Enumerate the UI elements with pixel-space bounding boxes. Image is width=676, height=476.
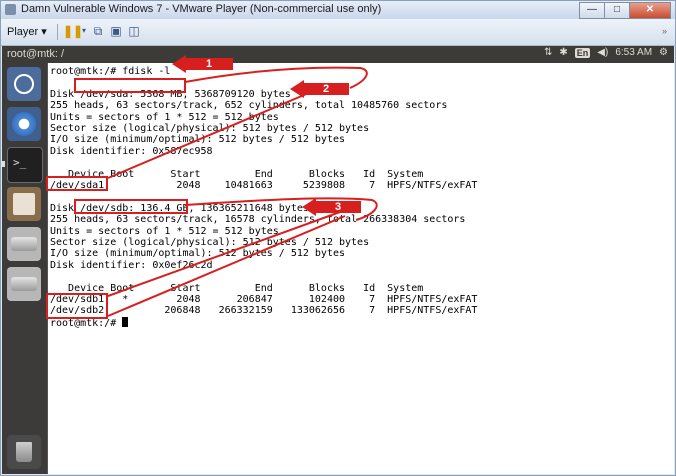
callout-arrow-3: 3 [302, 198, 364, 216]
highlight-dev-sdb1-sdb2 [46, 293, 108, 319]
callout-arrow-2: 2 [290, 80, 352, 98]
highlight-dev-sda [74, 78, 186, 93]
highlight-dev-sda1 [46, 176, 108, 191]
highlight-dev-sdb [74, 199, 188, 214]
connector-line-sdb1 [107, 211, 341, 297]
connector-line-sda1 [107, 83, 331, 179]
connector-line-sdb2 [107, 215, 346, 317]
annotation-connector-lines [107, 66, 378, 317]
callout-arrow-1: 1 [172, 55, 234, 73]
